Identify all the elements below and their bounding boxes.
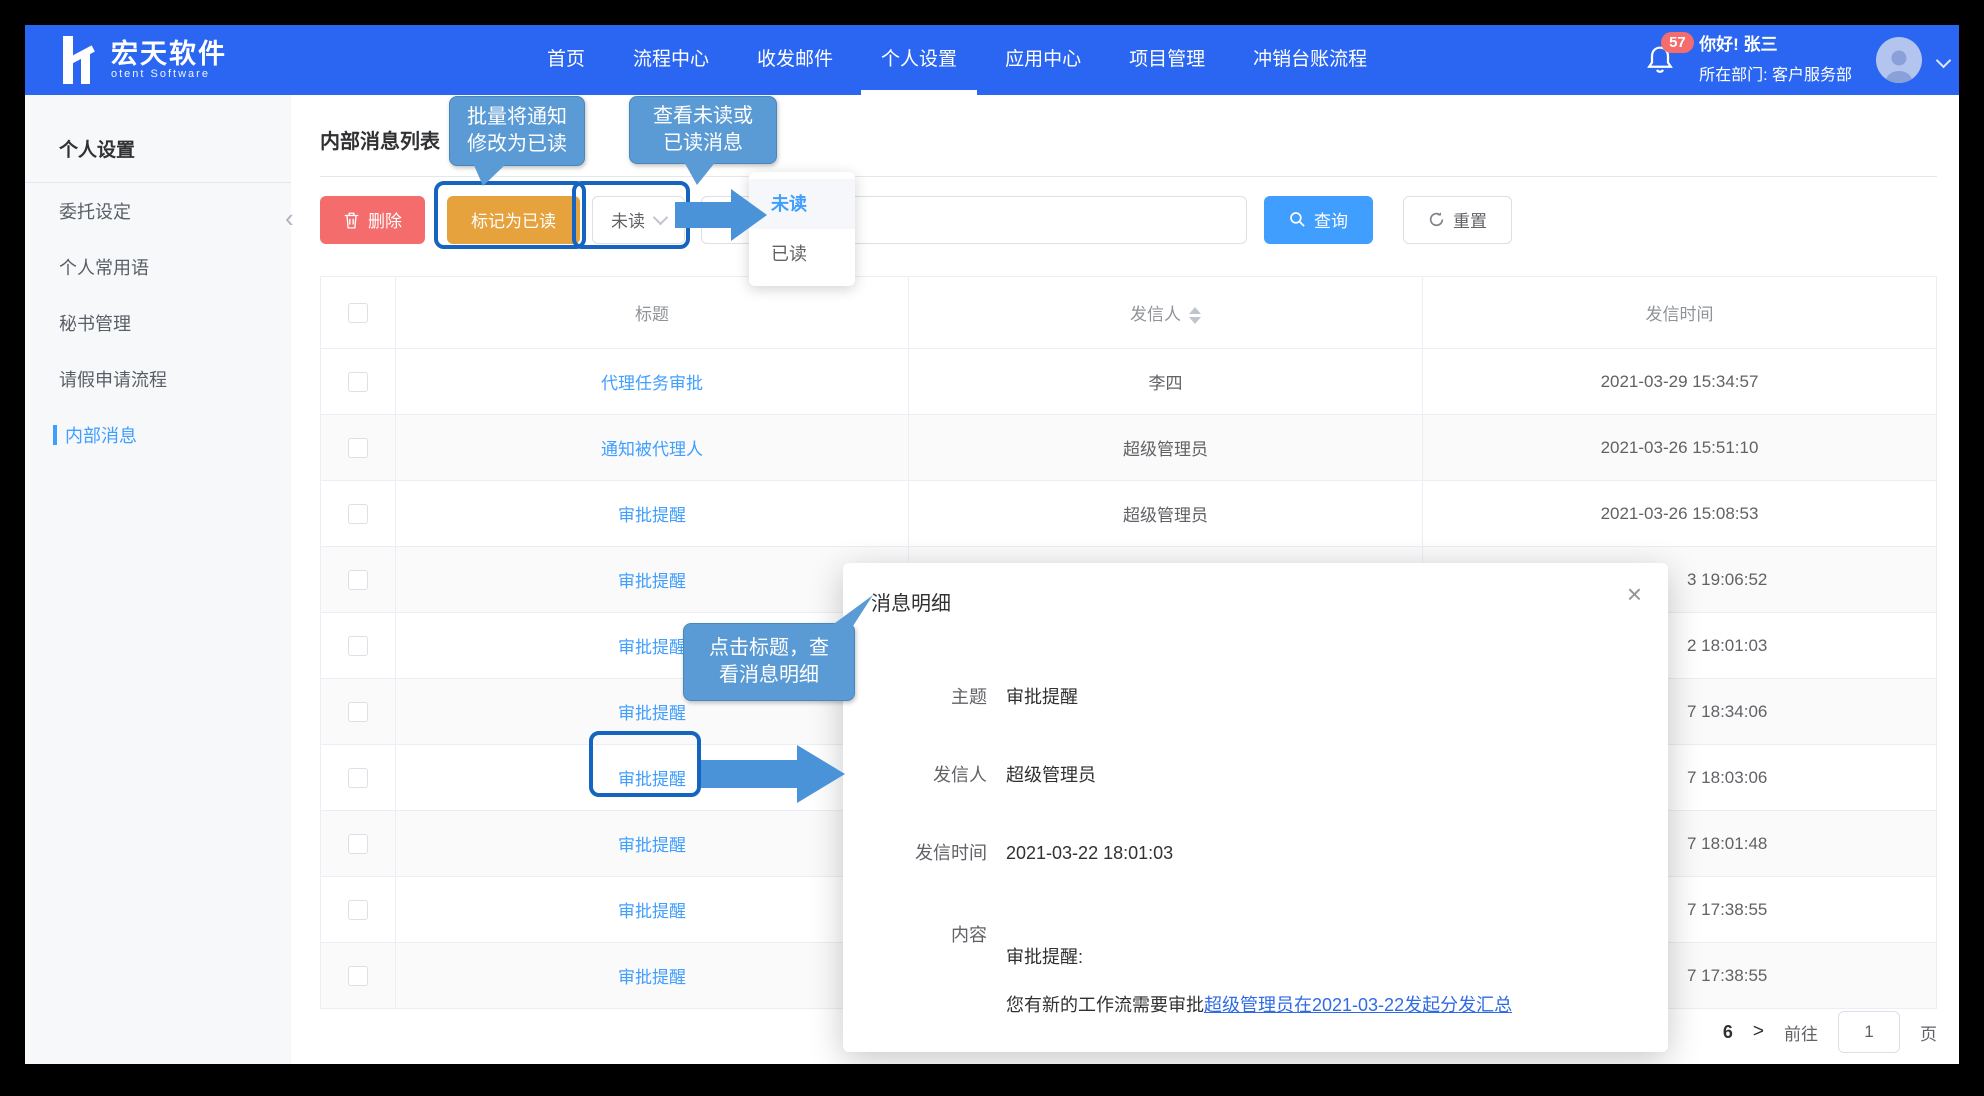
tooltip-mark-read-tail	[473, 163, 509, 187]
row-checkbox[interactable]	[348, 636, 368, 656]
goto-page-input[interactable]	[1838, 1011, 1900, 1053]
message-title-link[interactable]: 代理任务审批	[601, 374, 703, 393]
table-row: 审批提醒 超级管理员 2021-03-26 15:08:53	[321, 481, 1937, 547]
query-button[interactable]: 查询	[1264, 196, 1373, 244]
notification-bell[interactable]: 57	[1645, 44, 1675, 81]
message-title-link[interactable]: 审批提醒	[618, 968, 686, 987]
row-checkbox[interactable]	[348, 504, 368, 524]
row-checkbox[interactable]	[348, 768, 368, 788]
tooltip-filter: 查看未读或 已读消息	[629, 96, 777, 164]
sender-field: 发信人 超级管理员	[843, 763, 1096, 787]
top-header: 宏天软件 otent Software 首页 流程中心 收发邮件 个人设置 应用…	[25, 25, 1959, 95]
table-header-row: 标题 发信人 发信时间	[321, 277, 1937, 349]
close-icon[interactable]: ×	[1627, 581, 1642, 607]
sidebar: 个人设置 委托设定 个人常用语 秘书管理 请假申请流程 内部消息	[25, 95, 291, 1064]
select-all-checkbox[interactable]	[348, 303, 368, 323]
nav-item-home[interactable]: 首页	[523, 25, 609, 95]
table-row: 代理任务审批 李四 2021-03-29 15:34:57	[321, 349, 1937, 415]
profile-chevron-down-icon[interactable]	[1936, 52, 1952, 68]
hotent-logo-icon	[63, 36, 99, 84]
table-row: 通知被代理人 超级管理员 2021-03-26 15:51:10	[321, 415, 1937, 481]
row-checkbox[interactable]	[348, 834, 368, 854]
nav-item-mail[interactable]: 收发邮件	[733, 25, 857, 95]
app-window: 宏天软件 otent Software 首页 流程中心 收发邮件 个人设置 应用…	[25, 25, 1959, 1064]
send-time-field: 发信时间 2021-03-22 18:01:03	[843, 841, 1173, 865]
row-checkbox[interactable]	[348, 900, 368, 920]
notification-badge: 57	[1661, 32, 1694, 53]
row-checkbox[interactable]	[348, 438, 368, 458]
tooltip-row-click-tail	[825, 593, 875, 627]
tooltip-filter-tail	[681, 160, 717, 186]
subject-field: 主题 审批提醒	[843, 685, 1078, 709]
message-title-link[interactable]: 审批提醒	[618, 506, 686, 525]
row-checkbox[interactable]	[348, 570, 368, 590]
row-checkbox[interactable]	[348, 702, 368, 722]
annotation-outline-filter	[572, 181, 690, 249]
user-icon	[1879, 43, 1919, 83]
page-unit-label: 页	[1920, 1020, 1937, 1045]
reset-button[interactable]: 重置	[1403, 196, 1512, 244]
logo-title: 宏天软件	[111, 40, 227, 68]
nav-item-app-center[interactable]: 应用中心	[981, 25, 1105, 95]
user-department: 所在部门: 客户服务部	[1699, 61, 1852, 91]
modal-title: 消息明细	[871, 587, 951, 616]
row-checkbox[interactable]	[348, 966, 368, 986]
pagination: 6 > 前往 页	[1723, 1010, 1937, 1054]
workflow-link[interactable]: 超级管理员在2021-03-22发起分发汇总	[1204, 995, 1512, 1015]
search-icon	[1289, 211, 1306, 228]
message-title-link[interactable]: 审批提醒	[618, 902, 686, 921]
tooltip-row-click: 点击标题，查 看消息明细	[683, 623, 855, 701]
active-indicator-bar	[53, 425, 57, 445]
next-page-button[interactable]: >	[1753, 1021, 1764, 1043]
goto-label: 前往	[1784, 1020, 1818, 1045]
sidebar-collapse-handle[interactable]: ‹	[285, 205, 294, 231]
row-checkbox[interactable]	[348, 372, 368, 392]
content-field-label: 内容	[843, 923, 987, 947]
message-title-link[interactable]: 审批提醒	[618, 638, 686, 657]
sidebar-item-internal-messages[interactable]: 内部消息	[25, 407, 291, 463]
message-title-link[interactable]: 通知被代理人	[601, 440, 703, 459]
annotation-outline-row-title	[589, 731, 701, 797]
message-detail-modal: 消息明细 × 主题 审批提醒 发信人 超级管理员 发信时间 2021-03-22…	[843, 563, 1668, 1052]
user-greeting: 你好! 张三	[1699, 29, 1852, 60]
column-header-time: 发信时间	[1423, 277, 1937, 349]
nav-item-writeoff-ledger[interactable]: 冲销台账流程	[1229, 25, 1391, 95]
arrow-to-dropdown-menu	[675, 189, 767, 241]
nav-item-process-center[interactable]: 流程中心	[609, 25, 733, 95]
trash-icon	[343, 211, 360, 229]
sidebar-item-phrases[interactable]: 个人常用语	[25, 239, 291, 295]
message-title-link[interactable]: 审批提醒	[618, 572, 686, 591]
column-header-sender[interactable]: 发信人	[909, 277, 1423, 349]
logo: 宏天软件 otent Software	[25, 36, 238, 84]
logo-subtitle: otent Software	[111, 68, 227, 80]
sidebar-item-leave-flow[interactable]: 请假申请流程	[25, 351, 291, 407]
annotation-outline-mark-read	[434, 181, 586, 249]
message-title-link[interactable]: 审批提醒	[618, 836, 686, 855]
content-line-2: 您有新的工作流需要审批超级管理员在2021-03-22发起分发汇总	[1006, 993, 1512, 1017]
arrow-to-modal	[701, 745, 845, 803]
page-button-6[interactable]: 6	[1723, 1022, 1733, 1043]
sort-icon[interactable]	[1189, 307, 1201, 324]
sidebar-item-secretary[interactable]: 秘书管理	[25, 295, 291, 351]
tooltip-mark-read: 批量将通知 修改为已读	[449, 96, 585, 166]
message-title-link[interactable]: 审批提醒	[618, 704, 686, 723]
nav-item-personal-settings[interactable]: 个人设置	[857, 25, 981, 95]
bell-icon	[1645, 63, 1675, 80]
content-line-1: 审批提醒:	[1006, 945, 1083, 969]
main-nav: 首页 流程中心 收发邮件 个人设置 应用中心 项目管理 冲销台账流程	[523, 25, 1391, 95]
sidebar-item-delegation[interactable]: 委托设定	[25, 183, 291, 239]
delete-button[interactable]: 删除	[320, 196, 425, 244]
sidebar-title: 个人设置	[25, 121, 291, 182]
refresh-icon	[1428, 211, 1445, 228]
nav-item-project-mgmt[interactable]: 项目管理	[1105, 25, 1229, 95]
column-header-title: 标题	[396, 277, 909, 349]
avatar[interactable]	[1876, 37, 1922, 83]
